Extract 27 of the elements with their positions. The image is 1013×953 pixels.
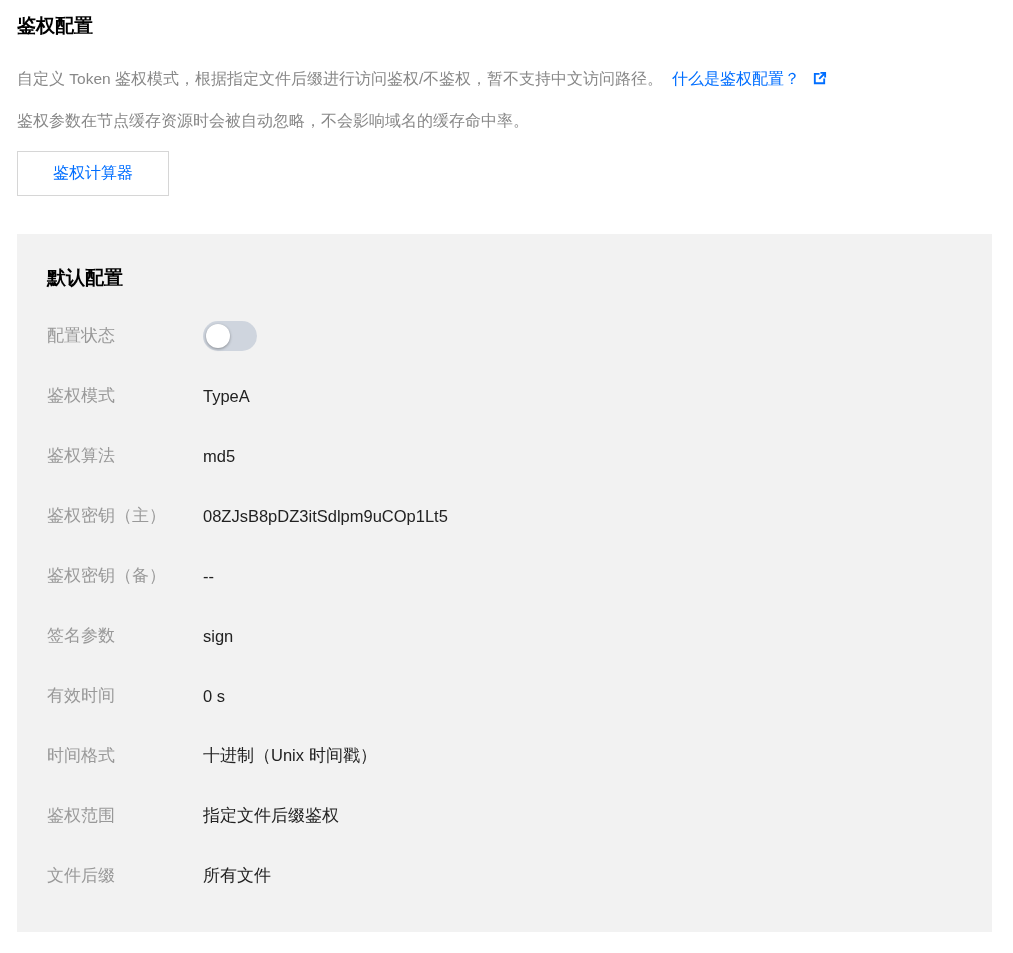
field-value: 指定文件后缀鉴权 <box>203 805 339 826</box>
calculator-button[interactable]: 鉴权计算器 <box>17 151 169 196</box>
note-text: 鉴权参数在节点缓存资源时会被自动忽略，不会影响域名的缓存命中率。 <box>17 111 530 131</box>
field-value: 所有文件 <box>203 865 271 886</box>
field-label: 签名参数 <box>47 625 116 646</box>
field-label: 时间格式 <box>47 745 116 766</box>
external-link-icon[interactable] <box>811 71 827 86</box>
field-value: sign <box>203 626 234 646</box>
panel-title: 默认配置 <box>47 266 124 290</box>
description-text: 自定义 Token 鉴权模式，根据指定文件后缀进行访问鉴权/不鉴权，暂不支持中文访问路径。 什么是鉴权配置？ <box>17 68 992 90</box>
field-label: 鉴权密钥（主） <box>47 505 167 526</box>
section-title: 鉴权配置 <box>17 14 94 38</box>
field-value: 0 s <box>203 686 225 706</box>
field-label: 配置状态 <box>47 325 116 346</box>
field-value: TypeA <box>203 386 250 406</box>
field-label: 鉴权范围 <box>47 805 116 826</box>
field-label: 鉴权算法 <box>47 445 116 466</box>
field-value: 十进制（Unix 时间戳） <box>203 745 377 766</box>
field-label: 有效时间 <box>47 685 116 706</box>
field-value: -- <box>203 566 214 586</box>
field-label: 鉴权密钥（备） <box>47 565 167 586</box>
field-value: md5 <box>203 446 236 466</box>
help-link[interactable]: 什么是鉴权配置？ <box>671 70 800 87</box>
field-value: 08ZJsB8pDZ3itSdlpm9uCOp1Lt5 <box>203 506 448 526</box>
field-label: 文件后缀 <box>47 865 116 886</box>
field-label: 鉴权模式 <box>47 385 116 406</box>
toggle-switch[interactable] <box>203 321 257 351</box>
